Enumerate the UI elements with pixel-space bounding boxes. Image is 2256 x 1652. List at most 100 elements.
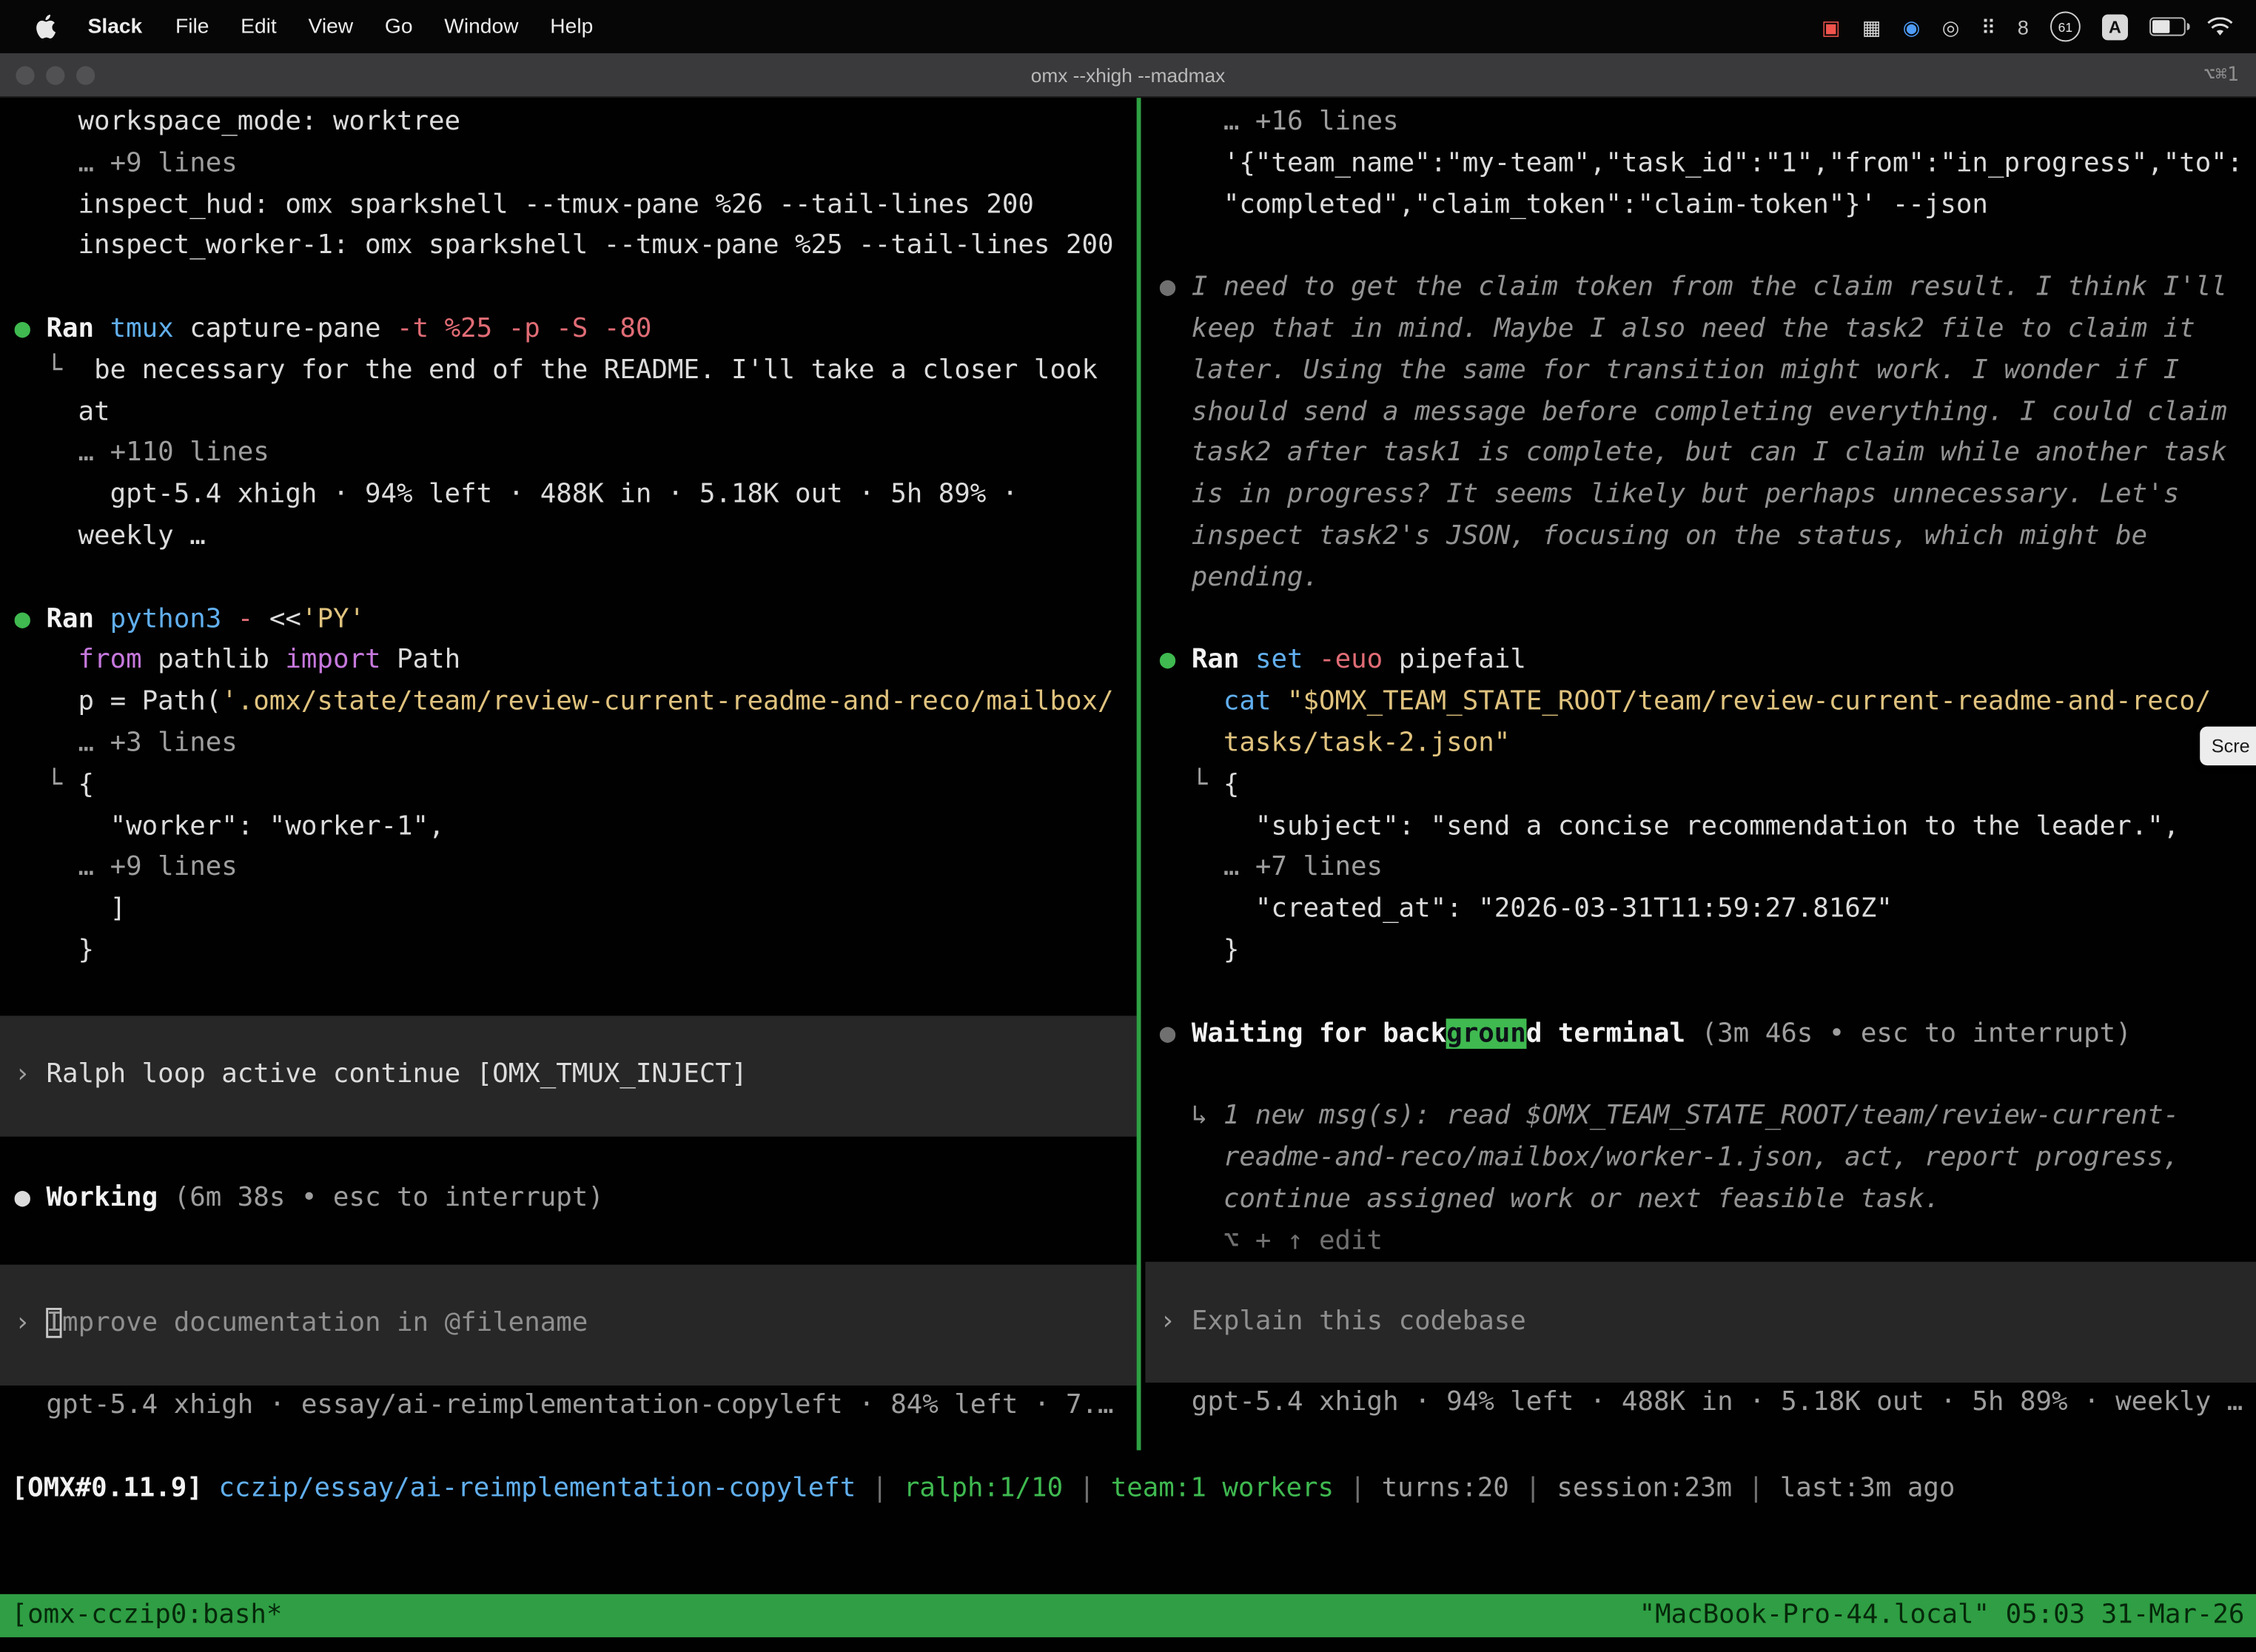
minimize-button[interactable] [46, 65, 64, 84]
terminal-line: gpt-5.4 xhigh · 94% left · 488K in · 5.1… [0, 475, 1137, 517]
terminal-line [1145, 226, 2256, 268]
text-segment: Ran [47, 604, 110, 634]
terminal-line: ⌥ + ↑ edit [1145, 1220, 2256, 1262]
text-segment: ● [1160, 1018, 1192, 1048]
prompt-row[interactable]: › Improve documentation in @filename [0, 1264, 1137, 1385]
text-segment: '.omx/state/team/review-current-readme-a… [221, 687, 1113, 717]
menu-view[interactable]: View [292, 15, 369, 38]
text-segment: I need to get the claim token from the c… [1192, 272, 2227, 303]
text-segment: task2 after task1 is complete, but can I… [1160, 438, 2227, 469]
text-segment: -t %25 -p -S -80 [397, 314, 651, 344]
text-segment: └ [14, 769, 78, 799]
text-segment: "subject": "send a concise recommendatio… [1160, 810, 2179, 841]
terminal-line: readme-and-reco/mailbox/worker-1.json, a… [1145, 1138, 2256, 1179]
terminal-line: at [0, 392, 1137, 434]
text-segment: ● [1160, 272, 1192, 303]
terminal-line: └ be necessary for the end of the README… [0, 351, 1137, 392]
battery-icon[interactable] [2149, 17, 2186, 36]
text-segment: inspect_worker-1: omx sparkshell --tmux-… [14, 231, 1113, 261]
terminal-gap [0, 973, 1137, 1015]
terminal-line: … +16 lines [1145, 102, 2256, 144]
close-button[interactable] [16, 65, 34, 84]
terminal-line: } [0, 931, 1137, 973]
terminal-line: "subject": "send a concise recommendatio… [1145, 807, 2256, 848]
text-segment: … +9 lines [14, 148, 237, 178]
text-segment: Ralph loop active continue [OMX_TMUX_INJ… [47, 1059, 748, 1089]
blue-app-icon[interactable]: ◉ [1903, 13, 1921, 41]
terminal-line: cat "$OMX_TEAM_STATE_ROOT/team/review-cu… [1145, 682, 2256, 724]
dark-app-icon[interactable]: ◎ [1942, 13, 1960, 41]
apple-logo-icon[interactable] [20, 14, 70, 38]
badge-61-icon[interactable]: 61 [2050, 12, 2081, 42]
input-source-icon[interactable]: A [2102, 13, 2128, 39]
text-segment: ] [14, 893, 126, 924]
screen-recording-icon[interactable]: ▣ [1822, 13, 1841, 41]
text-segment: python3 [110, 604, 238, 634]
menu-go[interactable]: Go [369, 15, 429, 38]
text-segment: gpt-5.4 xhigh · 94% left · 488K in · 5.1… [1160, 1388, 2243, 1418]
text-segment: … +9 lines [14, 852, 237, 882]
text-segment: from [78, 645, 142, 676]
keyboard-grid-icon[interactable]: ▦ [1862, 13, 1881, 41]
text-segment: | [1063, 1474, 1111, 1504]
text-segment: | [856, 1474, 904, 1504]
text-segment: pipefail [1399, 645, 1526, 676]
menu-edit[interactable]: Edit [225, 15, 292, 38]
text-segment: ● [14, 1182, 46, 1212]
terminal-line: ● Ran python3 - <<'PY' [0, 600, 1137, 641]
text-segment: << [269, 604, 301, 634]
text-segment: "created_at": "2026-03-31T11:59:27.816Z" [1160, 893, 1893, 924]
terminal-line [1145, 973, 2256, 1014]
menu-window[interactable]: Window [429, 15, 534, 38]
window-shortcut-hint: ⌥⌘1 [2203, 64, 2256, 87]
text-segment: (3m 46s • esc to interrupt) [1702, 1018, 2132, 1048]
text-segment: mprove documentation in @filename [62, 1308, 588, 1338]
terminal-line: ● Ran set -euo pipefail [1145, 641, 2256, 682]
text-segment [14, 645, 78, 676]
text-segment: 'PY' [301, 604, 365, 634]
zoom-button[interactable] [76, 65, 95, 84]
terminal-pane-left[interactable]: workspace_mode: worktree … +9 lines insp… [0, 98, 1137, 1426]
menu-bar: Slack File Edit View Go Window Help ▣ ▦ ◉ ◎… [0, 0, 2256, 53]
text-segment: ↳ [1160, 1101, 1223, 1131]
wifi-icon[interactable] [2207, 16, 2233, 36]
text-segment: readme-and-reco/mailbox/worker-1.json, a… [1160, 1142, 2179, 1172]
terminal-line: └ { [1145, 765, 2256, 807]
window-title-bar: omx --xhigh --madmax ⌥⌘1 [0, 53, 2256, 98]
text-segment: later. Using the same for transition mig… [1160, 355, 2179, 386]
text-segment: └ [14, 355, 94, 386]
terminal-line: keep that in mind. Maybe I also need the… [1145, 309, 2256, 351]
prompt-row[interactable]: › Ralph loop active continue [OMX_TMUX_I… [0, 1015, 1137, 1136]
terminal-pane-right[interactable]: … +16 lines '{"team_name":"my-team","tas… [1145, 98, 2256, 1424]
menu-file[interactable]: File [160, 15, 225, 38]
menu-left: Slack File Edit View Go Window Help [0, 14, 609, 38]
text-segment: Working [47, 1182, 174, 1212]
text-segment: import [285, 645, 380, 676]
pane-divider[interactable] [1137, 98, 1141, 1450]
dots-grid-icon[interactable]: ⠿ [1981, 13, 1996, 41]
text-segment: is in progress? It seems likely but perh… [1160, 480, 2179, 510]
text-segment: be necessary for the end of the README. … [94, 355, 1098, 386]
screen: Slack File Edit View Go Window Help ▣ ▦ ◉ ◎… [0, 0, 2256, 1652]
terminal-gap [0, 1136, 1137, 1178]
text-segment: { [78, 769, 95, 799]
slim-app-icon[interactable]: 8 [2018, 13, 2029, 41]
menu-status-area: ▣ ▦ ◉ ◎ ⠿ 8 61 A [1822, 12, 2256, 42]
terminal-line: "created_at": "2026-03-31T11:59:27.816Z" [1145, 890, 2256, 931]
text-segment: … +7 lines [1160, 852, 1383, 882]
menu-help[interactable]: Help [534, 15, 609, 38]
text-segment: keep that in mind. Maybe I also need the… [1160, 314, 2195, 344]
terminal-line: … +7 lines [1145, 848, 2256, 890]
window-title: omx --xhigh --madmax [0, 64, 2256, 86]
text-segment: inspect task2's JSON, focusing on the st… [1160, 521, 2147, 551]
text-segment: ● [14, 314, 46, 344]
text-segment: "worker": "worker-1", [14, 810, 444, 841]
terminal-line [1145, 600, 2256, 641]
prompt-row[interactable]: › Explain this codebase [1145, 1262, 2256, 1383]
text-segment: cat [1223, 687, 1287, 717]
terminal-line: workspace_mode: worktree [0, 102, 1137, 144]
terminal[interactable]: workspace_mode: worktree … +9 lines insp… [0, 98, 2256, 1651]
text-segment: } [14, 935, 94, 965]
text-segment: ● [1160, 645, 1192, 676]
active-app-name[interactable]: Slack [70, 15, 159, 38]
